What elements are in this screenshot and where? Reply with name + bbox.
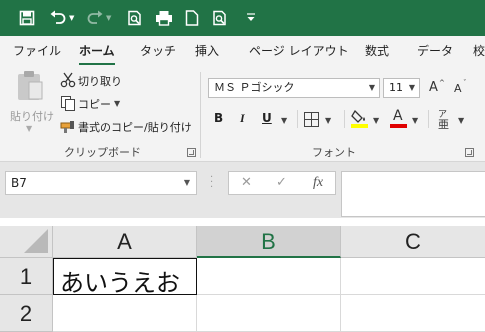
paste-label: 貼り付け <box>10 110 54 123</box>
cell-a1[interactable]: あいうえお <box>53 258 197 297</box>
undo-dropdown-icon[interactable]: ▼ <box>69 0 74 36</box>
format-painter-icon <box>60 121 74 133</box>
tab-page-layout[interactable]: ページ レイアウト <box>249 42 349 64</box>
tab-review[interactable]: 校 <box>473 42 485 64</box>
select-all-button[interactable] <box>0 226 53 258</box>
decrease-font-size-button[interactable]: A ˇ <box>453 78 469 98</box>
column-header-b[interactable]: B <box>197 226 341 258</box>
paste-icon <box>18 71 43 100</box>
save-icon[interactable] <box>19 0 35 36</box>
font-size-dropdown-icon: ▼ <box>408 83 415 92</box>
enter-icon[interactable]: ✓ <box>276 175 287 190</box>
cell-c1[interactable] <box>341 258 485 295</box>
fill-color-button[interactable]: ▼ <box>351 108 385 130</box>
cell-b2[interactable] <box>197 295 341 332</box>
decrease-font-icon: A <box>454 82 462 95</box>
italic-button[interactable]: I <box>240 111 245 126</box>
paste-button[interactable]: 貼り付け ▼ <box>8 70 54 133</box>
name-box[interactable]: B7 ▼ <box>5 171 197 195</box>
tab-formulas[interactable]: 数式 <box>365 42 389 64</box>
underline-dropdown-icon[interactable]: ▼ <box>281 116 287 125</box>
undo-icon[interactable] <box>49 0 67 36</box>
bold-button[interactable]: B <box>214 111 223 125</box>
cut-button[interactable]: 切り取り <box>58 72 128 90</box>
font-name-value: ＭＳ Ｐゴシック <box>214 81 295 94</box>
name-box-dropdown-icon: ▼ <box>183 178 190 187</box>
font-color-button[interactable]: A ▼ <box>390 108 424 130</box>
row-header-2[interactable]: 2 <box>0 295 53 332</box>
cell-c2[interactable] <box>341 295 485 332</box>
font-size-value: 11 <box>389 81 403 94</box>
quick-print-icon[interactable] <box>155 0 173 36</box>
font-color-swatch <box>390 124 407 128</box>
font-size-select[interactable]: 11 ▼ <box>383 78 420 98</box>
ribbon-tabs: ファイル ホーム タッチ 挿入 ページ レイアウト 数式 データ 校 <box>0 36 485 66</box>
phonetic-button[interactable]: ア 亜 ▼ <box>436 108 470 131</box>
inline-separator <box>428 110 429 128</box>
fill-color-dropdown-icon: ▼ <box>373 116 380 125</box>
redo-dropdown-icon[interactable]: ▼ <box>106 0 111 36</box>
increase-font-caret-icon: ^ <box>439 79 445 87</box>
clipboard-launcher-icon[interactable] <box>187 148 196 157</box>
cell-a2[interactable] <box>53 295 197 332</box>
font-color-dropdown-icon: ▼ <box>412 116 419 125</box>
inline-separator <box>344 110 345 128</box>
font-launcher-icon[interactable] <box>465 148 474 157</box>
underline-button[interactable]: U <box>262 111 272 125</box>
phonetic-dropdown-icon: ▼ <box>458 116 465 125</box>
tab-touch[interactable]: タッチ <box>140 42 176 64</box>
phonetic-base-icon: 亜 <box>438 118 449 131</box>
group-separator <box>200 72 201 158</box>
cancel-icon[interactable]: ✕ <box>241 175 252 190</box>
inline-separator <box>297 110 298 128</box>
font-group-label: フォント <box>312 146 356 159</box>
format-painter-button[interactable]: 書式のコピー/貼り付け <box>58 118 192 136</box>
font-name-select[interactable]: ＭＳ Ｐゴシック ▼ <box>208 78 380 98</box>
cell-a1-text: あいうえお <box>60 269 180 297</box>
decrease-font-caret-icon: ˇ <box>463 79 467 87</box>
splitter-handle[interactable]: · · · <box>210 173 213 193</box>
insert-function-icon[interactable]: fx <box>313 175 323 191</box>
font-name-dropdown-icon: ▼ <box>368 83 375 92</box>
name-box-value: B7 <box>11 176 27 190</box>
copy-icon <box>61 96 75 111</box>
increase-font-size-button[interactable]: A ^ <box>428 78 445 98</box>
copy-button[interactable]: コピー ▼ <box>58 95 128 113</box>
sheet-grid: A B C 1 2 あいうえお <box>0 218 485 332</box>
font-color-icon: A <box>393 108 403 124</box>
find-icon[interactable] <box>212 0 228 36</box>
cut-label: 切り取り <box>78 75 122 88</box>
tab-insert[interactable]: 挿入 <box>195 42 219 64</box>
fill-bucket-icon <box>351 109 365 123</box>
tab-data[interactable]: データ <box>417 42 453 64</box>
column-header-a[interactable]: A <box>53 226 197 258</box>
format-painter-label: 書式のコピー/貼り付け <box>78 121 192 134</box>
clipboard-group-label: クリップボード <box>64 146 141 159</box>
row-header-1[interactable]: 1 <box>0 258 53 295</box>
tab-file[interactable]: ファイル <box>13 42 61 64</box>
borders-button[interactable]: ▼ <box>304 110 340 130</box>
increase-font-icon: A <box>429 80 438 95</box>
formula-input[interactable] <box>341 171 485 217</box>
column-header-c[interactable]: C <box>341 226 485 258</box>
cell-b1[interactable] <box>197 258 341 295</box>
formula-bar-area: B7 ▼ · · · ✕ ✓ fx <box>0 162 485 218</box>
copy-label: コピー <box>78 98 111 111</box>
copy-dropdown-icon: ▼ <box>114 99 121 108</box>
new-document-icon[interactable] <box>185 0 199 36</box>
ribbon: 貼り付け ▼ 切り取り コピー ▼ 書式のコピー/貼り付け クリップボード ＭＳ… <box>0 66 485 162</box>
print-preview-icon[interactable] <box>127 0 143 36</box>
fill-color-swatch <box>351 124 368 128</box>
scissors-icon <box>60 72 76 88</box>
redo-icon[interactable] <box>86 0 104 36</box>
customize-icon[interactable] <box>247 0 255 36</box>
quick-access-toolbar: ▼ ▼ <box>0 0 485 36</box>
borders-icon <box>304 112 319 127</box>
tab-home[interactable]: ホーム <box>79 42 115 65</box>
formula-buttons: ✕ ✓ fx <box>228 171 336 195</box>
paste-dropdown-icon: ▼ <box>26 124 33 133</box>
borders-dropdown-icon: ▼ <box>325 116 332 125</box>
